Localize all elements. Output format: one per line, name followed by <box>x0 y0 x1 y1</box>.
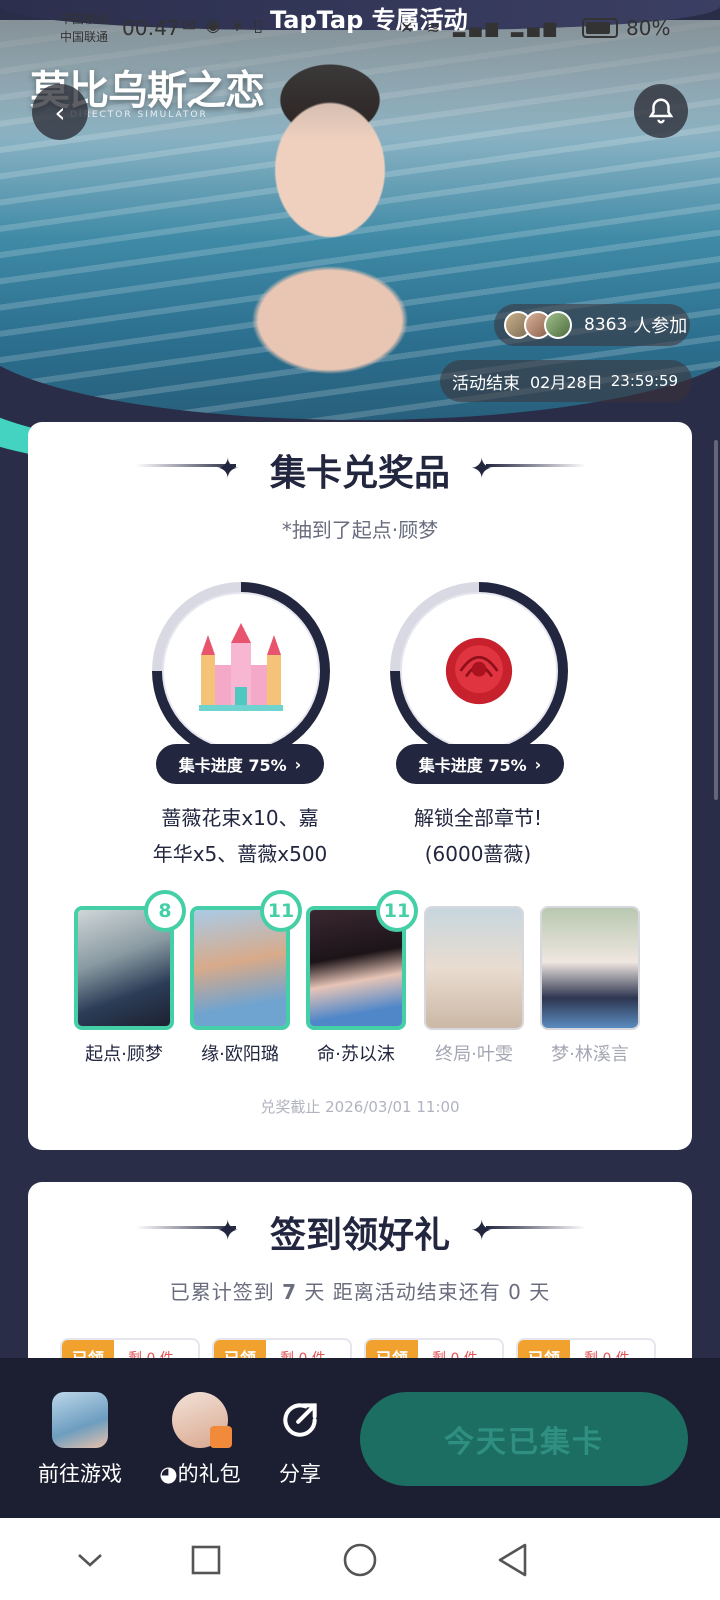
character-photo <box>424 906 524 1030</box>
prize-desc-line: 蔷薇花束x10、嘉 <box>161 806 319 830</box>
signin-title-row: ✦ 签到领好礼 ✦ <box>0 1206 720 1256</box>
notification-icons: ✉ ◉ ∗ ▯ <box>182 16 265 36</box>
collect-card-button[interactable]: 今天已集卡 <box>360 1392 688 1486</box>
prize-desc-line: (6000蔷薇) <box>424 842 532 866</box>
character-card[interactable]: 11 命·苏以沫 <box>306 890 418 1066</box>
character-card[interactable]: 8 起点·顾梦 <box>74 890 186 1066</box>
prize-description: 解锁全部章节! (6000蔷薇) <box>368 800 588 872</box>
rose-icon <box>445 637 513 705</box>
prize-desc-line: 年华x5、蔷薇x500 <box>152 842 328 866</box>
chevron-right-icon: › <box>534 754 542 774</box>
triangle-back-icon <box>498 1543 527 1577</box>
title-deco-line-right <box>486 464 586 467</box>
signin-streak: 已累计签到 7 天 距离活动结束还有 0 天 <box>0 1276 720 1305</box>
collect-title: 集卡兑奖品 <box>269 453 450 494</box>
prize-desc-line: 解锁全部章节! <box>413 806 543 830</box>
square-icon <box>191 1545 221 1575</box>
avatar <box>544 311 572 339</box>
prize-description: 蔷薇花束x10、嘉 年华x5、蔷薇x500 <box>130 800 350 872</box>
card-count-badge: 11 <box>376 890 418 932</box>
character-card[interactable]: 终局·叶雯 <box>424 906 524 1066</box>
remain-days: 0 <box>508 1280 522 1304</box>
participants-count: 8363 <box>584 315 628 335</box>
share-label: 分享 <box>279 1462 321 1486</box>
back-button[interactable]: ‹ <box>32 84 88 140</box>
nav-collapse-button[interactable] <box>70 1540 110 1580</box>
event-end-pill: 活动结束 02月28日 23:59:59 <box>440 360 692 402</box>
event-end-time: 23:59:59 <box>610 372 679 390</box>
sparkle-icon: ✦ <box>470 452 494 485</box>
chevron-down-icon <box>78 1554 102 1567</box>
gift-avatar <box>172 1392 232 1448</box>
prize-ring[interactable] <box>152 582 330 760</box>
carrier-labels: 中国移动 中国联通 <box>60 10 108 46</box>
chevron-right-icon: › <box>294 754 302 774</box>
bell-icon <box>648 98 674 124</box>
go-to-game-label: 前往游戏 <box>38 1462 122 1486</box>
chevron-left-icon: ‹ <box>54 95 66 129</box>
redeem-deadline: 兑奖截止 2026/03/01 11:00 <box>260 1098 460 1116</box>
participants-label: 人参加 <box>633 316 688 337</box>
notification-button[interactable] <box>634 84 688 138</box>
go-to-game-button[interactable]: 前往游戏 <box>30 1392 130 1488</box>
status-bar: 中国移动 中国联通 00:47 ✉ ◉ ∗ ▯ TapTap 专属活动 ✕ ≋ … <box>0 6 720 46</box>
progress-label: 集卡进度 75% <box>178 756 287 775</box>
character-card[interactable]: 梦·林溪言 <box>540 906 640 1066</box>
signin-title: 签到领好礼 <box>269 1215 450 1256</box>
prize-ring[interactable] <box>390 582 568 760</box>
castle-icon <box>199 623 283 711</box>
character-photo <box>540 906 640 1030</box>
streak-mid: 天 距离活动结束还有 <box>304 1280 501 1304</box>
event-end-label: 活动结束 <box>452 373 520 394</box>
participants-pill: 8363 人参加 <box>494 304 690 346</box>
share-button[interactable]: 分享 <box>270 1392 330 1488</box>
game-thumbnail <box>52 1392 108 1448</box>
character-card[interactable]: 11 缘·欧阳璐 <box>190 890 302 1066</box>
streak-post: 天 <box>529 1280 551 1304</box>
share-icon <box>272 1392 328 1448</box>
participant-avatars <box>504 311 572 339</box>
collect-progress-button[interactable]: 集卡进度 75% › <box>396 744 564 784</box>
game-logo-subtitle: DIRECTOR SIMULATOR <box>70 110 208 120</box>
character-name: 终局·叶雯 <box>435 1044 513 1065</box>
card-count-badge: 8 <box>144 890 186 932</box>
carrier-1: 中国移动 <box>60 12 109 26</box>
circle-icon <box>343 1543 377 1577</box>
streak-pre: 已累计签到 <box>169 1280 275 1304</box>
battery-percent: 80% <box>626 16 671 40</box>
streak-days: 7 <box>282 1280 298 1304</box>
character-name: 起点·顾梦 <box>85 1044 163 1065</box>
nav-back-button[interactable] <box>492 1540 532 1580</box>
collect-subtitle: *抽到了起点·顾梦 <box>281 518 439 542</box>
title-deco-line-right <box>486 1226 586 1229</box>
battery-icon <box>582 18 618 38</box>
nav-home-button[interactable] <box>340 1540 380 1580</box>
carrier-2: 中国联通 <box>60 30 109 44</box>
scrollbar[interactable] <box>714 440 718 800</box>
bottom-action-bar: 前往游戏 ◕的礼包 分享 今天已集卡 <box>0 1358 720 1518</box>
character-name: 缘·欧阳璐 <box>201 1044 279 1065</box>
character-name: 命·苏以沫 <box>317 1044 395 1065</box>
clock: 00:47 <box>122 16 180 40</box>
character-name: 梦·林溪言 <box>551 1044 629 1065</box>
prize-image <box>162 592 320 750</box>
collect-title-row: ✦ 集卡兑奖品 ✦ <box>0 444 720 494</box>
collect-progress-button[interactable]: 集卡进度 75% › <box>156 744 324 784</box>
sparkle-icon: ✦ <box>470 1214 494 1247</box>
my-gift-label-row: ◕的礼包 <box>148 1458 252 1488</box>
system-nav-bar <box>0 1518 720 1600</box>
event-end-date: 02月28日 <box>530 373 603 392</box>
prize-image <box>400 592 558 750</box>
card-count-badge: 11 <box>260 890 302 932</box>
my-gift-button[interactable]: ◕的礼包 <box>148 1392 252 1488</box>
paw-icon: ◕ <box>159 1462 178 1486</box>
hero-banner: 中国移动 中国联通 00:47 ✉ ◉ ∗ ▯ TapTap 专属活动 ✕ ≋ … <box>0 0 720 470</box>
progress-label: 集卡进度 75% <box>418 756 527 775</box>
my-gift-label: 的礼包 <box>177 1462 241 1486</box>
nav-recents-button[interactable] <box>186 1540 226 1580</box>
signal-icons: ✕ ≋ ▂▄▆ ▂▄▆ <box>400 18 560 37</box>
